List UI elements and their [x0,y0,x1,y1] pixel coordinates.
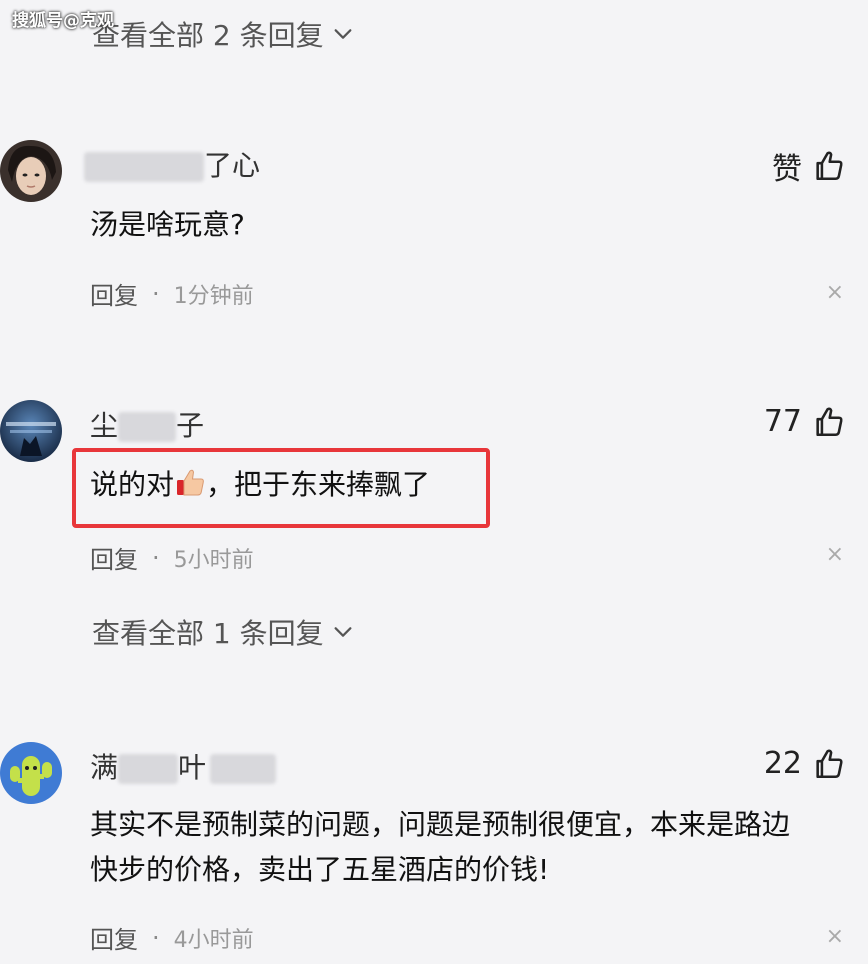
watermark: 搜狐号@克观 [12,11,114,31]
comment-text: 汤是啥玩意? [90,208,245,241]
thumbs-up-icon [816,151,843,181]
blurred-name [118,412,177,442]
avatar[interactable] [0,140,62,202]
like-button[interactable]: 22 [764,746,846,781]
username-mid: 叶 [178,751,207,784]
comment-meta: 回复 · 4小时前 [90,920,254,955]
thumbs-up-icon [816,407,843,436]
blurred-name [84,152,204,182]
avatar[interactable] [0,742,62,804]
thumbs-up-icon [816,749,843,778]
highlight-box [72,448,490,528]
username[interactable]: 了心 [84,144,260,184]
comment-text-line: 其实不是预制菜的问题，问题是预制很便宜，本来是路边 [90,808,791,841]
close-icon[interactable]: × [826,924,844,949]
blurred-name [210,754,277,784]
separator: · [152,279,160,308]
like-button[interactable]: 77 [764,404,846,439]
view-more-label: 查看全部 2 条回复 [92,19,324,52]
close-icon[interactable]: × [826,280,844,305]
like-count: 22 [763,746,802,781]
separator: · [152,923,160,952]
username-left: 尘 [90,409,119,442]
like-count: 赞 [772,152,802,187]
chevron-down-icon [334,29,352,39]
timestamp: 1分钟前 [173,283,254,309]
username-right: 子 [176,409,205,442]
username[interactable]: 尘子 [90,404,204,444]
timestamp: 4小时前 [173,927,254,953]
username-left: 满 [90,751,119,784]
blurred-name [118,754,179,784]
reply-button[interactable]: 回复 [90,920,138,955]
view-more-label: 查看全部 1 条回复 [92,617,324,650]
avatar[interactable] [0,400,62,462]
username[interactable]: 满叶 [90,746,277,786]
view-more-replies[interactable]: 查看全部 1 条回复 [92,612,354,652]
comment-text: 其实不是预制菜的问题，问题是预制很便宜，本来是路边 快步的价格，卖出了五星酒店的… [90,802,790,892]
username-visible: 了心 [204,149,261,182]
comment-meta: 回复 · 1分钟前 [90,276,254,311]
timestamp: 5小时前 [173,547,254,573]
chevron-down-icon [334,627,352,637]
reply-button[interactable]: 回复 [90,276,138,311]
comment-meta: 回复 · 5小时前 [90,540,254,575]
like-count: 77 [763,404,802,439]
view-more-replies-top[interactable]: 查看全部 2 条回复 [92,14,354,54]
close-icon[interactable]: × [826,542,844,567]
like-button[interactable]: 赞 [772,144,846,188]
reply-button[interactable]: 回复 [90,540,138,575]
comment-text-line: 快步的价格，卖出了五星酒店的价钱! [90,853,550,886]
separator: · [152,543,160,572]
